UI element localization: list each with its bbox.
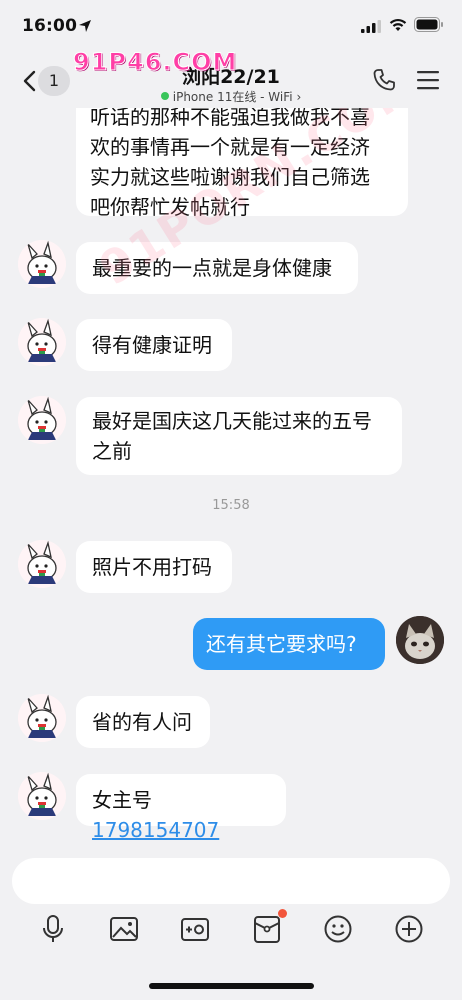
- phone-call-icon[interactable]: [372, 68, 396, 92]
- menu-icon[interactable]: [416, 70, 440, 90]
- message-input[interactable]: [12, 858, 450, 904]
- message-text: 照片不用打码: [92, 555, 212, 579]
- message-bubble-incoming[interactable]: 省的有人问: [76, 696, 210, 748]
- bunny-avatar-icon: [18, 540, 66, 588]
- message-text-line: 最好是国庆这几天能过来的五号: [92, 409, 372, 433]
- notification-dot: [278, 909, 287, 918]
- message-bubble-incoming[interactable]: 听话的那种不能强迫我做我不喜 欢的事情再一个就是有一定经济 实力就这些啦谢谢我们…: [76, 108, 408, 219]
- message-bubble-incoming[interactable]: 得有健康证明: [76, 319, 232, 371]
- message-text: 最重要的一点就是身体健康: [92, 256, 332, 280]
- message-list[interactable]: 听话的那种不能强迫我做我不喜 欢的事情再一个就是有一定经济 实力就这些啦谢谢我们…: [0, 108, 462, 848]
- status-time: 16:00: [22, 16, 78, 36]
- message-text: 省的有人问: [92, 710, 192, 734]
- message-text-line: 实力就这些啦谢谢我们自己筛选: [90, 165, 370, 189]
- message-bubble-incoming[interactable]: 最重要的一点就是身体健康: [76, 242, 358, 294]
- my-avatar[interactable]: [396, 616, 444, 664]
- contact-avatar[interactable]: [18, 318, 66, 366]
- message-bubble-incoming[interactable]: 最好是国庆这几天能过来的五号 之前: [76, 397, 402, 475]
- bunny-avatar-icon: [18, 240, 66, 288]
- contact-avatar[interactable]: [18, 772, 66, 820]
- phone-number-link[interactable]: 1798154707: [92, 818, 219, 842]
- wifi-icon: [389, 18, 407, 31]
- home-indicator[interactable]: [149, 983, 314, 989]
- location-arrow-icon: [79, 20, 91, 32]
- watermark-logo: 91P46.COM: [72, 48, 238, 77]
- bunny-avatar-icon: [18, 772, 66, 820]
- red-packet-icon[interactable]: [252, 914, 282, 944]
- online-status-dot: [160, 92, 169, 100]
- bunny-avatar-icon: [18, 396, 66, 444]
- plus-icon[interactable]: [394, 914, 424, 944]
- message-text-line: 听话的那种不能强迫我做我不喜: [90, 108, 370, 129]
- emoji-icon[interactable]: [323, 914, 353, 944]
- chevron-right-icon: ›: [296, 90, 302, 104]
- contact-avatar[interactable]: [18, 240, 66, 288]
- message-text: 女主号: [92, 788, 152, 812]
- microphone-icon[interactable]: [38, 914, 68, 944]
- message-text-line: 之前: [92, 439, 132, 463]
- message-text: 得有健康证明: [92, 333, 212, 357]
- message-text-line: 吧你帮忙发帖就行: [90, 195, 250, 219]
- input-panel: [0, 848, 462, 1000]
- cat-avatar-icon: [396, 616, 444, 664]
- message-text-line: 欢的事情再一个就是有一定经济: [90, 135, 370, 159]
- contact-avatar[interactable]: [18, 396, 66, 444]
- message-bubble-incoming[interactable]: 照片不用打码: [76, 541, 232, 593]
- contact-avatar[interactable]: [18, 540, 66, 588]
- bunny-avatar-icon: [18, 694, 66, 742]
- image-icon[interactable]: [109, 914, 139, 944]
- camera-icon[interactable]: [180, 914, 210, 944]
- status-bar: 16:00: [0, 0, 462, 52]
- timestamp-separator: 15:58: [212, 498, 250, 513]
- contact-avatar[interactable]: [18, 694, 66, 742]
- message-bubble-incoming[interactable]: 女主号 1798154707: [76, 774, 286, 842]
- device-status-text: iPhone 11在线 - WiFi: [172, 90, 293, 104]
- message-bubble-outgoing[interactable]: 还有其它要求吗?: [193, 618, 385, 670]
- battery-icon: [414, 17, 443, 32]
- message-text: 还有其它要求吗?: [206, 632, 357, 656]
- bunny-avatar-icon: [18, 318, 66, 366]
- cellular-signal-icon: [361, 20, 381, 33]
